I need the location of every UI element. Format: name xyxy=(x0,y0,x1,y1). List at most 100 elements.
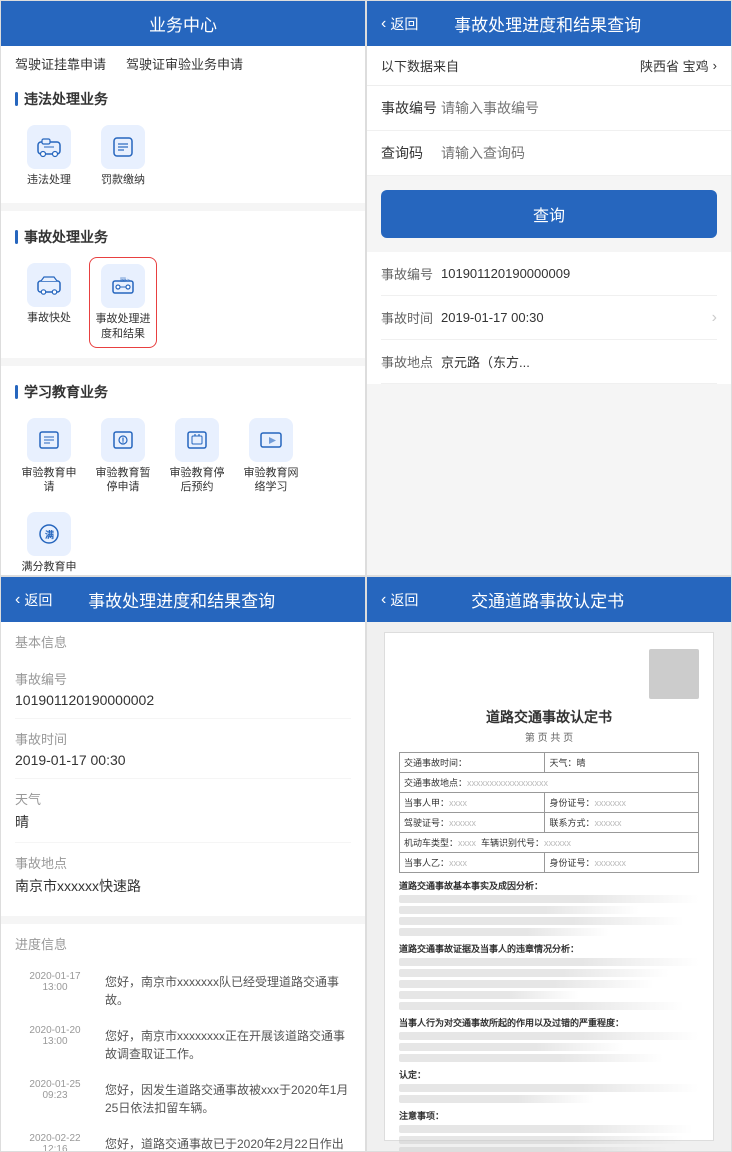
edu-icon-2 xyxy=(175,418,219,462)
cert-evidence-title: 道路交通事故证据及当事人的违章情况分析： xyxy=(399,942,699,955)
panel4-back-btn[interactable]: ‹ 返回 xyxy=(381,590,418,610)
cert-facts-title: 道路交通事故基本事实及成因分析： xyxy=(399,879,699,892)
panel2-back-btn[interactable]: ‹ 返回 xyxy=(381,14,418,34)
cert-table-row-1: 交通事故地点：xxxxxxxxxxxxxxxxxx xyxy=(400,773,699,793)
panel-accident-query: ‹ 返回 事故处理进度和结果查询 以下数据来自 陕西省 宝鸡 › 事故编号 查询… xyxy=(366,0,732,576)
panel3-title: 事故处理进度和结果查询 xyxy=(52,587,311,612)
cert-subtitle: 第 页 共 页 xyxy=(399,729,699,744)
field-label-accident-no: 事故编号 xyxy=(381,98,441,118)
panel2-back-label: 返回 xyxy=(390,14,418,34)
basic-label-2: 天气 xyxy=(15,789,351,808)
timeline-date-2: 2020-01-25 09:23 xyxy=(29,1079,80,1101)
cert-note-title: 注意事项： xyxy=(399,1109,699,1122)
section-violation: 违法处理业务 违法处理 xyxy=(1,73,365,203)
cert-table-row-4: 机动车类型：xxxx 车辆识别代号：xxxxxx xyxy=(400,833,699,853)
edu-item-4[interactable]: 满 满分教育申请 xyxy=(15,506,83,575)
timeline-item-3: 2020-02-22 12:16 您好，道路交通事故已于2020年2月22日作出… xyxy=(15,1125,351,1151)
cert-facts-text xyxy=(399,895,699,936)
panel3-back-btn[interactable]: ‹ 返回 xyxy=(15,590,52,610)
biz-item-progress[interactable]: >>> 事故处理进度和结果 xyxy=(89,257,157,348)
edu-label-3: 审验教育网络学习 xyxy=(241,466,301,495)
edu-icon-1 xyxy=(101,418,145,462)
panel4-back-label: 返回 xyxy=(390,590,418,610)
edu-label-1: 审验教育暂停申请 xyxy=(93,466,153,495)
source-value: 陕西省 宝鸡 › xyxy=(640,56,717,75)
edu-item-0[interactable]: 审验教育申请 xyxy=(15,412,83,501)
panel-accident-cert: ‹ 返回 交通道路事故认定书 道路交通事故认定书 第 页 共 页 交通事故时间：… xyxy=(366,576,732,1152)
basic-info-section: 基本信息 事故编号 101901120190000002 事故时间 2019-0… xyxy=(1,622,365,916)
result-val-0: 101901120190000009 xyxy=(441,266,717,281)
timeline-date-1: 2020-01-20 13:00 xyxy=(29,1025,80,1047)
timeline-left-0: 2020-01-17 13:00 xyxy=(15,971,95,1009)
result-label-0: 事故编号 xyxy=(381,264,441,283)
cert-cell-idno-b: 身份证号：xxxxxxx xyxy=(545,853,699,873)
basic-label-3: 事故地点 xyxy=(15,853,351,872)
panel3-content: 基本信息 事故编号 101901120190000002 事故时间 2019-0… xyxy=(1,622,365,1151)
biz-item-quick[interactable]: 事故快处 xyxy=(15,257,83,348)
basic-val-2: 晴 xyxy=(15,812,351,832)
back-chevron-icon-4: ‹ xyxy=(381,591,386,609)
accident-no-input[interactable] xyxy=(441,100,717,116)
panel3-header: ‹ 返回 事故处理进度和结果查询 xyxy=(1,577,365,622)
back-chevron-icon-3: ‹ xyxy=(15,591,20,609)
edu-item-2[interactable]: 审验教育停后预约 xyxy=(163,412,231,501)
cert-table-row-3: 驾驶证号：xxxxxx 联系方式：xxxxxx xyxy=(400,813,699,833)
timeline-content-2: 您好，因发生道路交通事故被xxx于2020年1月25日依法扣留车辆。 xyxy=(105,1079,351,1117)
cert-note-text xyxy=(399,1125,699,1151)
timeline-content-1: 您好，南京市xxxxxxxx正在开展该道路交通事故调查取证工作。 xyxy=(105,1025,351,1063)
panel4-content: 道路交通事故认定书 第 页 共 页 交通事故时间： 天气：晴 交通事故地点：xx… xyxy=(367,622,731,1151)
cert-cell-time-label: 交通事故时间： xyxy=(400,753,545,773)
cert-table-row-0: 交通事故时间： 天气：晴 xyxy=(400,753,699,773)
panel3-back-label: 返回 xyxy=(24,590,52,610)
edu-item-1[interactable]: 审验教育暂停申请 xyxy=(89,412,157,501)
cert-evidence-text xyxy=(399,958,699,1010)
top-row: 驾驶证挂靠申请 驾驶证审验业务申请 xyxy=(1,46,365,73)
cert-cell-driveno: 驾驶证号：xxxxxx xyxy=(400,813,545,833)
cert-title: 道路交通事故认定书 xyxy=(399,707,699,727)
basic-field-0: 事故编号 101901120190000002 xyxy=(15,659,351,719)
panel-biz-center: 业务中心 驾驶证挂靠申请 驾驶证审验业务申请 违法处理业务 xyxy=(0,0,366,576)
basic-val-0: 101901120190000002 xyxy=(15,692,351,708)
timeline-date-3: 2020-02-22 12:16 xyxy=(29,1133,80,1151)
result-row-0[interactable]: 事故编号 101901120190000009 xyxy=(381,252,717,296)
panel2-content: 以下数据来自 陕西省 宝鸡 › 事故编号 查询码 查询 事故编号 1019011… xyxy=(367,46,731,575)
result-label-2: 事故地点 xyxy=(381,352,441,371)
basic-label-1: 事故时间 xyxy=(15,729,351,748)
progress-label: 事故处理进度和结果 xyxy=(94,312,152,341)
cert-cell-cartype: 机动车类型：xxxx 车辆识别代号：xxxxxx xyxy=(400,833,699,853)
query-result-section: 事故编号 101901120190000009 事故时间 2019-01-17 … xyxy=(367,252,731,384)
timeline-date-0: 2020-01-17 13:00 xyxy=(29,971,80,993)
query-button[interactable]: 查询 xyxy=(381,190,717,238)
biz-item-violation[interactable]: 违法处理 xyxy=(15,119,83,193)
source-arrow-icon: › xyxy=(713,58,717,73)
top-item-2[interactable]: 驾驶证审验业务申请 xyxy=(126,54,243,73)
basic-info-title: 基本信息 xyxy=(15,632,351,659)
cert-table-row-5: 当事人乙：xxxx 身份证号：xxxxxxx xyxy=(400,853,699,873)
cert-role-title: 当事人行为对交通事故所起的作用以及过错的严重程度： xyxy=(399,1016,699,1029)
violation-icon xyxy=(27,125,71,169)
svg-text:>>>: >>> xyxy=(121,278,130,284)
biz-item-fine[interactable]: 罚款缴纳 xyxy=(89,119,157,193)
panel1-content: 驾驶证挂靠申请 驾驶证审验业务申请 违法处理业务 xyxy=(1,46,365,575)
edu-label-0: 审验教育申请 xyxy=(19,466,79,495)
result-val-1: 2019-01-17 00:30 xyxy=(441,310,712,325)
panel4-title: 交通道路事故认定书 xyxy=(418,587,677,612)
query-code-input[interactable] xyxy=(441,145,717,161)
result-row-2[interactable]: 事故地点 京元路（东方... xyxy=(381,340,717,384)
edu-icon-0 xyxy=(27,418,71,462)
panel2-title: 事故处理进度和结果查询 xyxy=(418,11,677,36)
section-accident: 事故处理业务 事故快处 xyxy=(1,211,365,358)
source-label: 以下数据来自 xyxy=(381,56,459,75)
basic-field-2: 天气 晴 xyxy=(15,779,351,843)
cert-cell-partyb: 当事人乙：xxxx xyxy=(400,853,545,873)
violation-label: 违法处理 xyxy=(27,173,71,187)
top-item-1[interactable]: 驾驶证挂靠申请 xyxy=(15,54,106,73)
basic-val-1: 2019-01-17 00:30 xyxy=(15,752,351,768)
fine-label: 罚款缴纳 xyxy=(101,173,145,187)
basic-label-0: 事故编号 xyxy=(15,669,351,688)
panel-accident-progress: ‹ 返回 事故处理进度和结果查询 基本信息 事故编号 1019011201900… xyxy=(0,576,366,1152)
quick-label: 事故快处 xyxy=(27,311,71,325)
section-education-title: 学习教育业务 xyxy=(15,376,351,412)
edu-item-3[interactable]: 审验教育网络学习 xyxy=(237,412,305,501)
result-row-1[interactable]: 事故时间 2019-01-17 00:30 › xyxy=(381,296,717,340)
